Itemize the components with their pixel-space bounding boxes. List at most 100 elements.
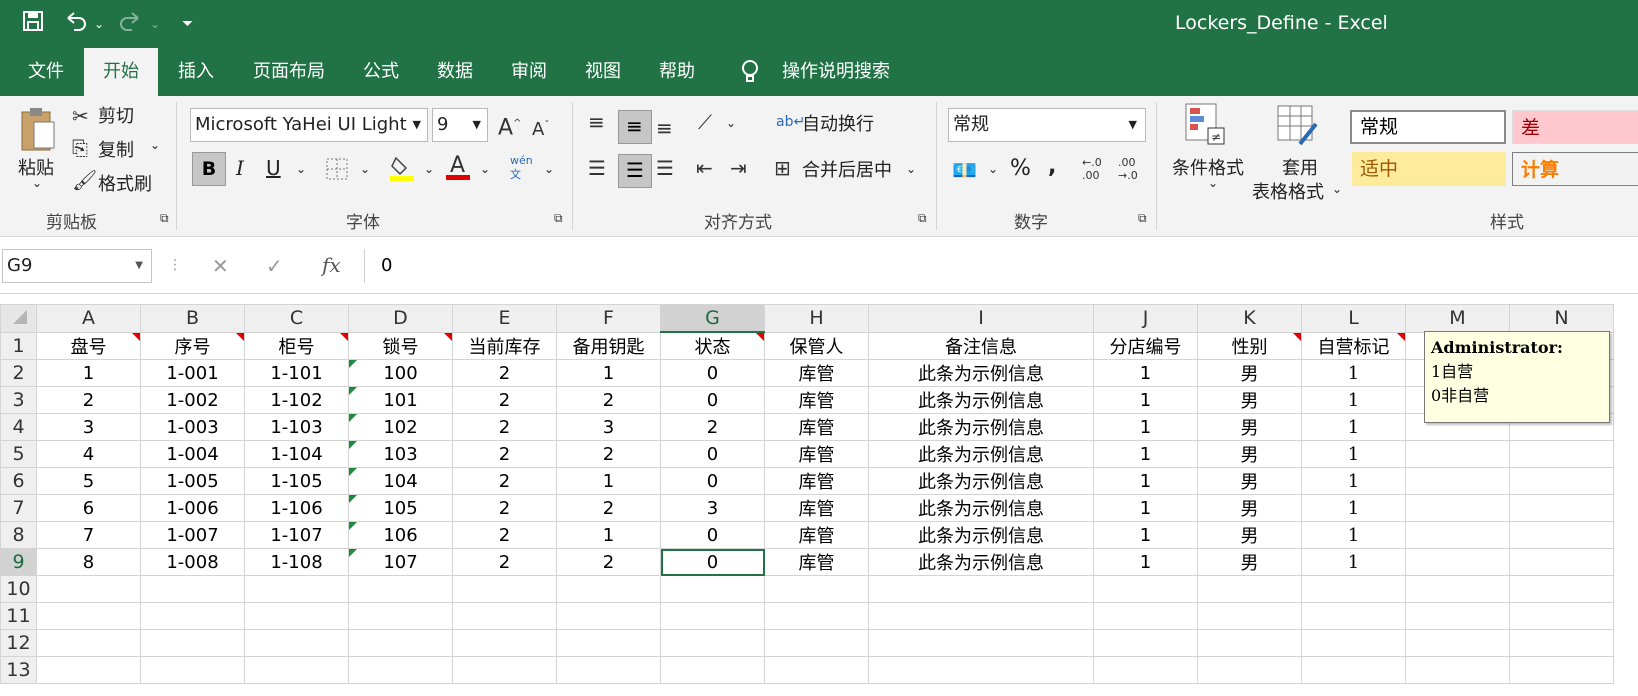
cell-a1[interactable]: 盘号 bbox=[36, 331, 141, 360]
cell-g5[interactable]: 0 bbox=[660, 440, 765, 468]
cell-b11[interactable] bbox=[140, 602, 245, 630]
cell-l9[interactable]: 1 bbox=[1301, 548, 1406, 576]
cell-b5[interactable]: 1-004 bbox=[140, 440, 245, 468]
row-header[interactable]: 1 bbox=[0, 331, 37, 360]
cell-i5[interactable]: 此条为示例信息 bbox=[868, 440, 1094, 468]
cell-m9[interactable] bbox=[1405, 548, 1510, 576]
cell-c1[interactable]: 柜号 bbox=[244, 331, 349, 360]
cell-a9[interactable]: 8 bbox=[36, 548, 141, 576]
cell-b9[interactable]: 1-008 bbox=[140, 548, 245, 576]
align-center-button[interactable]: ☰ bbox=[618, 154, 652, 188]
cell-e2[interactable]: 2 bbox=[452, 359, 557, 387]
cell-d2[interactable]: 100 bbox=[348, 359, 453, 387]
cell-m7[interactable] bbox=[1405, 494, 1510, 522]
cell-f11[interactable] bbox=[556, 602, 661, 630]
cell-j10[interactable] bbox=[1093, 575, 1198, 603]
style-neutral[interactable]: 适中 bbox=[1352, 152, 1506, 186]
increase-indent-icon[interactable]: ⇥ bbox=[730, 156, 747, 180]
cell-g7[interactable]: 3 bbox=[660, 494, 765, 522]
cell-c5[interactable]: 1-104 bbox=[244, 440, 349, 468]
cell-n7[interactable] bbox=[1509, 494, 1614, 522]
cell-i4[interactable]: 此条为示例信息 bbox=[868, 413, 1094, 441]
underline-button[interactable]: U bbox=[266, 156, 281, 180]
cell-d12[interactable] bbox=[348, 629, 453, 657]
cell-c13[interactable] bbox=[244, 656, 349, 684]
cell-j6[interactable]: 1 bbox=[1093, 467, 1198, 495]
borders-dropdown-icon[interactable]: ⌄ bbox=[360, 162, 370, 176]
decrease-decimal-icon[interactable]: .00 →.0 bbox=[1118, 156, 1138, 182]
style-calculation[interactable]: 计算 bbox=[1512, 152, 1638, 186]
cell-c12[interactable] bbox=[244, 629, 349, 657]
bold-button[interactable]: B bbox=[192, 152, 226, 186]
row-header[interactable]: 9 bbox=[0, 548, 37, 576]
row-header[interactable]: 12 bbox=[0, 629, 37, 657]
cell-g3[interactable]: 0 bbox=[660, 386, 765, 414]
cell-h11[interactable] bbox=[764, 602, 869, 630]
font-color-icon[interactable]: A bbox=[446, 152, 472, 187]
style-bad[interactable]: 差 bbox=[1512, 110, 1638, 144]
cell-i13[interactable] bbox=[868, 656, 1094, 684]
row-header[interactable]: 2 bbox=[0, 359, 37, 387]
cell-c6[interactable]: 1-105 bbox=[244, 467, 349, 495]
cell-g12[interactable] bbox=[660, 629, 765, 657]
align-top-icon[interactable]: ≡ bbox=[588, 110, 605, 134]
column-header-l[interactable]: L bbox=[1301, 304, 1406, 333]
cell-a5[interactable]: 4 bbox=[36, 440, 141, 468]
cell-j12[interactable] bbox=[1093, 629, 1198, 657]
row-header[interactable]: 6 bbox=[0, 467, 37, 495]
cell-k1[interactable]: 性别 bbox=[1197, 331, 1302, 360]
column-header-h[interactable]: H bbox=[764, 304, 869, 333]
wrap-text-button[interactable]: 自动换行 bbox=[802, 110, 874, 136]
cell-j1[interactable]: 分店编号 bbox=[1093, 331, 1198, 360]
cell-b12[interactable] bbox=[140, 629, 245, 657]
conditional-dropdown-icon[interactable]: ⌄ bbox=[1208, 176, 1218, 190]
format-as-table-dropdown-icon[interactable]: ⌄ bbox=[1332, 182, 1342, 196]
format-as-table-label-1[interactable]: 套用 bbox=[1282, 154, 1318, 180]
cell-d6[interactable]: 104 bbox=[348, 467, 453, 495]
cell-h1[interactable]: 保管人 bbox=[764, 331, 869, 360]
cell-e9[interactable]: 2 bbox=[452, 548, 557, 576]
cell-e1[interactable]: 当前库存 bbox=[452, 331, 557, 360]
cell-d10[interactable] bbox=[348, 575, 453, 603]
cell-a8[interactable]: 7 bbox=[36, 521, 141, 549]
fill-color-icon[interactable] bbox=[390, 154, 416, 187]
customize-qat-icon[interactable]: ⏷ bbox=[182, 10, 193, 38]
row-header[interactable]: 11 bbox=[0, 602, 37, 630]
cell-f5[interactable]: 2 bbox=[556, 440, 661, 468]
cell-m6[interactable] bbox=[1405, 467, 1510, 495]
cell-d13[interactable] bbox=[348, 656, 453, 684]
cell-g11[interactable] bbox=[660, 602, 765, 630]
column-header-c[interactable]: C bbox=[244, 304, 349, 333]
save-icon[interactable] bbox=[22, 10, 44, 39]
alignment-launcher-icon[interactable]: ⧉ bbox=[918, 206, 927, 230]
redo-dropdown-icon[interactable]: ⌄ bbox=[150, 10, 160, 38]
cell-j9[interactable]: 1 bbox=[1093, 548, 1198, 576]
style-normal[interactable]: 常规 bbox=[1350, 110, 1506, 144]
cell-d4[interactable]: 102 bbox=[348, 413, 453, 441]
cell-h7[interactable]: 库管 bbox=[764, 494, 869, 522]
cell-d9[interactable]: 107 bbox=[348, 548, 453, 576]
cell-m13[interactable] bbox=[1405, 656, 1510, 684]
tell-me-search[interactable]: 操作说明搜索 bbox=[776, 48, 896, 96]
cell-h6[interactable]: 库管 bbox=[764, 467, 869, 495]
cell-h3[interactable]: 库管 bbox=[764, 386, 869, 414]
cell-f2[interactable]: 1 bbox=[556, 359, 661, 387]
paste-icon[interactable] bbox=[18, 106, 58, 161]
cell-b2[interactable]: 1-001 bbox=[140, 359, 245, 387]
cell-f8[interactable]: 1 bbox=[556, 521, 661, 549]
cell-l13[interactable] bbox=[1301, 656, 1406, 684]
cell-i1[interactable]: 备注信息 bbox=[868, 331, 1094, 360]
cell-f1[interactable]: 备用钥匙 bbox=[556, 331, 661, 360]
cell-h8[interactable]: 库管 bbox=[764, 521, 869, 549]
cell-l5[interactable]: 1 bbox=[1301, 440, 1406, 468]
cancel-icon[interactable]: ✕ bbox=[212, 254, 229, 278]
cell-e13[interactable] bbox=[452, 656, 557, 684]
cell-b13[interactable] bbox=[140, 656, 245, 684]
cell-n8[interactable] bbox=[1509, 521, 1614, 549]
cell-j5[interactable]: 1 bbox=[1093, 440, 1198, 468]
font-name-box[interactable]: Microsoft YaHei UI Light ▼ bbox=[190, 108, 428, 142]
cell-d1[interactable]: 锁号 bbox=[348, 331, 453, 360]
cell-l3[interactable]: 1 bbox=[1301, 386, 1406, 414]
cell-j2[interactable]: 1 bbox=[1093, 359, 1198, 387]
cell-k5[interactable]: 男 bbox=[1197, 440, 1302, 468]
